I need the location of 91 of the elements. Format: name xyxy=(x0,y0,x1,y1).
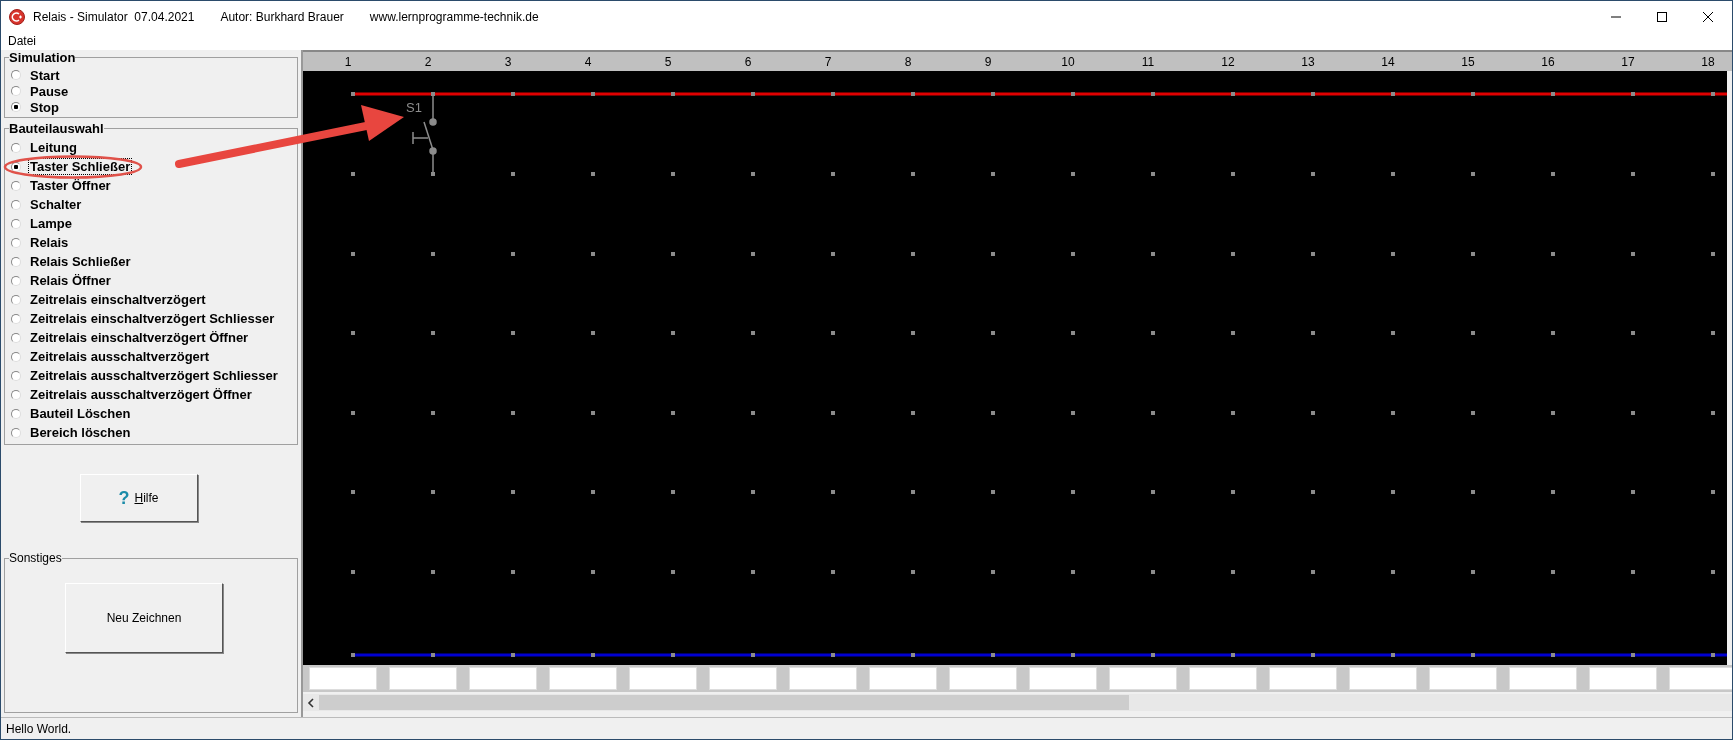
menu-item[interactable]: Datei xyxy=(8,34,36,48)
radio-label[interactable]: Lampe xyxy=(28,215,74,232)
column-number: 2 xyxy=(423,54,433,69)
radio-label[interactable]: Relais Öffner xyxy=(28,272,113,289)
window-title: Relais - Simulator 07.04.2021 xyxy=(33,9,195,24)
input-field[interactable] xyxy=(309,667,377,690)
radio-button[interactable] xyxy=(11,332,21,343)
input-field[interactable] xyxy=(1269,667,1337,690)
close-icon[interactable] xyxy=(1702,10,1714,23)
question-mark-icon: ? xyxy=(118,487,130,509)
radio-label[interactable]: Relais xyxy=(28,234,71,251)
radio-label[interactable]: Zeitrelais einschaltverzögert Öffner xyxy=(28,329,251,346)
radio-label[interactable]: Zeitrelais ausschaltverzögert Schliesser xyxy=(28,367,280,384)
input-field[interactable] xyxy=(1429,667,1497,690)
radio-button[interactable] xyxy=(11,102,21,112)
radio-label[interactable]: Start xyxy=(28,66,62,84)
radio-button[interactable] xyxy=(11,142,21,153)
radio-button[interactable] xyxy=(11,218,21,229)
column-number: 3 xyxy=(503,54,513,69)
radio-label[interactable]: Pause xyxy=(28,82,71,100)
radio-button[interactable] xyxy=(11,275,21,286)
input-field[interactable] xyxy=(469,667,537,690)
radio-button[interactable] xyxy=(11,313,21,324)
input-field[interactable] xyxy=(1589,667,1657,690)
radio-button[interactable] xyxy=(11,408,21,419)
column-number: 6 xyxy=(743,54,753,69)
column-number: 11 xyxy=(1140,54,1156,69)
input-field[interactable] xyxy=(709,667,777,690)
column-number: 7 xyxy=(823,54,833,69)
radio-button[interactable] xyxy=(11,161,21,172)
component-label: S1 xyxy=(406,100,422,115)
radio-label[interactable]: Bauteil Löschen xyxy=(28,405,133,422)
column-number: 9 xyxy=(983,54,993,69)
input-field[interactable] xyxy=(1349,667,1417,690)
column-number: 4 xyxy=(583,54,593,69)
radio-label[interactable]: Taster Öffner xyxy=(28,177,113,194)
input-field[interactable] xyxy=(949,667,1017,690)
column-number: 10 xyxy=(1060,54,1076,69)
column-number: 18 xyxy=(1700,54,1716,69)
radio-button[interactable] xyxy=(11,70,21,80)
radio-button[interactable] xyxy=(11,427,21,438)
radio-button[interactable] xyxy=(11,256,21,267)
input-field[interactable] xyxy=(789,667,857,690)
group-title: Simulation xyxy=(9,50,76,65)
redraw-button[interactable]: Neu Zeichnen xyxy=(65,583,223,653)
scrollbar-thumb[interactable] xyxy=(319,695,1129,710)
input-field[interactable] xyxy=(1029,667,1097,690)
radio-label[interactable]: Zeitrelais einschaltverzögert Schliesser xyxy=(28,310,277,327)
column-number: 17 xyxy=(1620,54,1636,69)
column-number: 1 xyxy=(343,54,353,69)
input-field[interactable] xyxy=(389,667,457,690)
app-icon xyxy=(9,8,25,25)
column-number: 15 xyxy=(1460,54,1476,69)
input-field[interactable] xyxy=(549,667,617,690)
author-text: Autor: Burkhard Brauer xyxy=(220,9,344,24)
input-field[interactable] xyxy=(869,667,937,690)
column-number: 13 xyxy=(1300,54,1316,69)
column-number: 8 xyxy=(903,54,913,69)
radio-label[interactable]: Taster Schließer xyxy=(28,158,133,175)
input-field[interactable] xyxy=(1109,667,1177,690)
input-field[interactable] xyxy=(629,667,697,690)
radio-label[interactable]: Zeitrelais ausschaltverzögert xyxy=(28,348,212,365)
column-number: 12 xyxy=(1220,54,1236,69)
radio-button[interactable] xyxy=(11,370,21,381)
radio-label[interactable]: Stop xyxy=(28,98,61,116)
radio-button[interactable] xyxy=(11,389,21,400)
maximize-icon[interactable] xyxy=(1656,10,1668,23)
input-field[interactable] xyxy=(1509,667,1577,690)
column-number: 5 xyxy=(663,54,673,69)
status-text: Hello World. xyxy=(6,721,72,736)
radio-button[interactable] xyxy=(11,199,21,210)
horizontal-scrollbar[interactable] xyxy=(303,694,1732,711)
column-number: 14 xyxy=(1380,54,1396,69)
radio-button[interactable] xyxy=(11,294,21,305)
input-field[interactable] xyxy=(1189,667,1257,690)
radio-label[interactable]: Zeitrelais einschaltverzögert xyxy=(28,291,208,308)
radio-button[interactable] xyxy=(11,237,21,248)
radio-label[interactable]: Zeitrelais ausschaltverzögert Öffner xyxy=(28,386,254,403)
radio-button[interactable] xyxy=(11,180,21,191)
radio-label[interactable]: Relais Schließer xyxy=(28,253,133,270)
radio-label[interactable]: Schalter xyxy=(28,196,84,213)
column-number: 16 xyxy=(1540,54,1556,69)
group-title: Sonstiges xyxy=(9,551,62,565)
radio-button[interactable] xyxy=(11,86,21,96)
input-field[interactable] xyxy=(1669,667,1732,690)
website-text: www.lernprogramme-technik.de xyxy=(369,9,539,24)
radio-button[interactable] xyxy=(11,351,21,362)
radio-label[interactable]: Leitung xyxy=(28,139,79,156)
help-button[interactable]: ? Hilfe xyxy=(79,474,198,522)
radio-label[interactable]: Bereich löschen xyxy=(28,424,133,441)
group-title: Bauteilauswahl xyxy=(9,121,104,136)
